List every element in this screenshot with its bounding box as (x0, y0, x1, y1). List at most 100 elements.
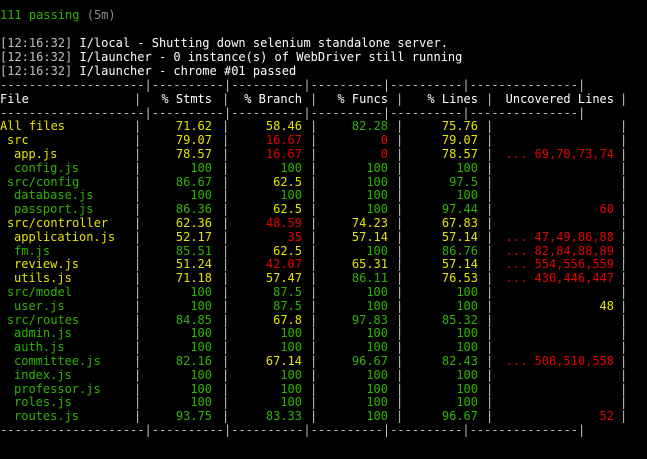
cell-stmts: 71.62 (175, 119, 212, 134)
column-divider: | (486, 340, 494, 355)
column-divider: | (486, 119, 494, 134)
cell-lines: 97.44 (441, 202, 478, 217)
cell-stmts: 84.85 (175, 312, 212, 327)
cell-lines: 100 (456, 298, 478, 313)
column-divider: | (620, 409, 628, 424)
header-stmts: % Stmts (161, 91, 212, 106)
table-separator: --------------------|----------|--------… (0, 105, 586, 120)
cell-stmts: 51.24 (175, 257, 212, 272)
cell-lines: 57.14 (441, 257, 478, 272)
column-divider: | (620, 119, 628, 134)
cell-branch: 67.8 (273, 312, 302, 327)
cell-branch: 48.59 (265, 215, 302, 230)
cell-branch: 100 (280, 395, 302, 410)
cell-branch: 100 (280, 326, 302, 341)
table-row: utils.js | 71.18 | 57.47 | 86.11 | 76.53 |... 430… (0, 271, 630, 286)
cell-branch: 62.5 (273, 202, 302, 217)
cell-lines: 76.53 (441, 271, 478, 286)
cell-lines: 100 (456, 326, 478, 341)
table-row: user.js | 100 | 87.5 | 100 | 100 | 48 | (0, 298, 630, 314)
cell-lines: 97.5 (449, 174, 478, 189)
column-divider: | (486, 312, 494, 327)
cell-branch: 58.46 (265, 119, 302, 134)
cell-uncovered: ... 430,446,447 (505, 271, 614, 286)
cell-branch: 62.5 (273, 243, 302, 258)
cell-funcs: 100 (366, 188, 388, 203)
cell-branch: 57.47 (265, 271, 302, 286)
table-row: committee.js | 82.16 | 67.14 | 96.67 | 82.43 |...… (0, 353, 630, 369)
cell-file: auth.js (14, 340, 65, 355)
column-divider: | (620, 312, 628, 327)
cell-lines: 100 (456, 395, 478, 410)
column-divider: | (486, 284, 494, 299)
cell-funcs: 96.67 (351, 353, 388, 368)
log-line: [12:16:32] I/launcher - chrome #01 passe… (0, 63, 462, 79)
cell-branch: 100 (280, 381, 302, 396)
column-divider: | (486, 133, 494, 148)
cell-stmts: 100 (190, 395, 212, 410)
log-timestamp: [12:16:32] (0, 36, 73, 50)
cell-branch: 16.67 (265, 133, 302, 148)
log-message: I/launcher - 0 instance(s) of WebDriver … (72, 49, 463, 64)
cell-branch: 100 (280, 340, 302, 355)
cell-file: roles.js (14, 395, 72, 410)
cell-funcs: 100 (366, 367, 388, 382)
cell-uncovered: ... 554,556,559 (505, 257, 614, 272)
header-funcs: % Funcs (337, 91, 388, 106)
table-row: database.js | 100 | 100 | 100 | 100 | | (0, 189, 630, 203)
cell-file: committee.js (14, 353, 101, 368)
cell-lines: 82.43 (441, 353, 478, 368)
cell-file: admin.js (14, 326, 72, 341)
column-divider: | (620, 133, 628, 148)
cell-funcs: 100 (366, 174, 388, 189)
log-line: [12:16:32] I/local - Shutting down selen… (0, 36, 462, 51)
log-timestamp: [12:16:32] (0, 63, 73, 78)
passing-count: 111 passing (0, 8, 80, 22)
column-divider: | (620, 257, 628, 272)
cell-lines: 96.67 (441, 409, 478, 424)
cell-funcs: 100 (366, 326, 388, 341)
cell-branch: 62.5 (273, 174, 302, 189)
table-row: passport.js | 86.36 | 62.5 | 100 | 97.44 | 60 | (0, 202, 630, 217)
cell-branch: 100 (280, 188, 302, 203)
cell-lines: 86.76 (441, 243, 478, 258)
cell-stmts: 86.67 (175, 174, 212, 189)
column-divider: | (620, 284, 628, 299)
cell-funcs: 97.83 (351, 312, 388, 327)
header-uncovered: Uncovered Lines (505, 91, 614, 106)
cell-funcs: 57.14 (351, 229, 388, 244)
column-divider: | (486, 381, 494, 396)
terminal-window[interactable]: 111 passing (5m) [12:16:32] I/local - Sh… (0, 0, 647, 459)
cell-stmts: 86.36 (175, 202, 212, 217)
cell-stmts: 93.75 (175, 409, 212, 424)
log-message: I/launcher - chrome #01 passed (72, 63, 297, 78)
cell-file: passport.js (14, 202, 94, 217)
column-divider: | (486, 174, 494, 189)
cell-branch: 87.5 (273, 284, 302, 299)
cell-lines: 100 (456, 367, 478, 382)
cell-uncovered: 60 (599, 202, 614, 217)
cell-branch: 100 (280, 160, 302, 175)
column-divider: | (620, 395, 628, 410)
table-row: src/routes | 84.85 | 67.8 | 97.83 | 85.32 | | (0, 312, 630, 328)
cell-stmts: 100 (190, 298, 212, 313)
cell-lines: 78.57 (441, 146, 478, 161)
table-row: src | 79.07 | 16.67 | 0 | 79.07 | | (0, 133, 630, 148)
column-divider: | (620, 174, 628, 189)
table-row: All files | 71.62 | 58.46 | 82.28 | 75.76 | | (0, 120, 630, 134)
table-separator: --------------------|----------|--------… (0, 78, 586, 92)
header-file: File (0, 91, 29, 106)
column-divider: | (486, 146, 494, 161)
table-row: routes.js | 93.75 | 83.33 | 100 | 96.67 | 52 | (0, 409, 630, 424)
table-row: src/config | 86.67 | 62.5 | 100 | 97.5 | | (0, 174, 630, 190)
cell-funcs: 100 (366, 160, 388, 175)
cell-stmts: 100 (190, 340, 212, 355)
cell-uncovered: 52 (599, 409, 614, 424)
cell-uncovered: 48 (599, 298, 614, 313)
column-divider: | (486, 367, 494, 382)
cell-file: application.js (14, 229, 116, 244)
cell-lines: 100 (456, 284, 478, 299)
cell-lines: 85.32 (441, 312, 478, 327)
column-divider: | (620, 229, 628, 244)
cell-stmts: 100 (190, 381, 212, 396)
